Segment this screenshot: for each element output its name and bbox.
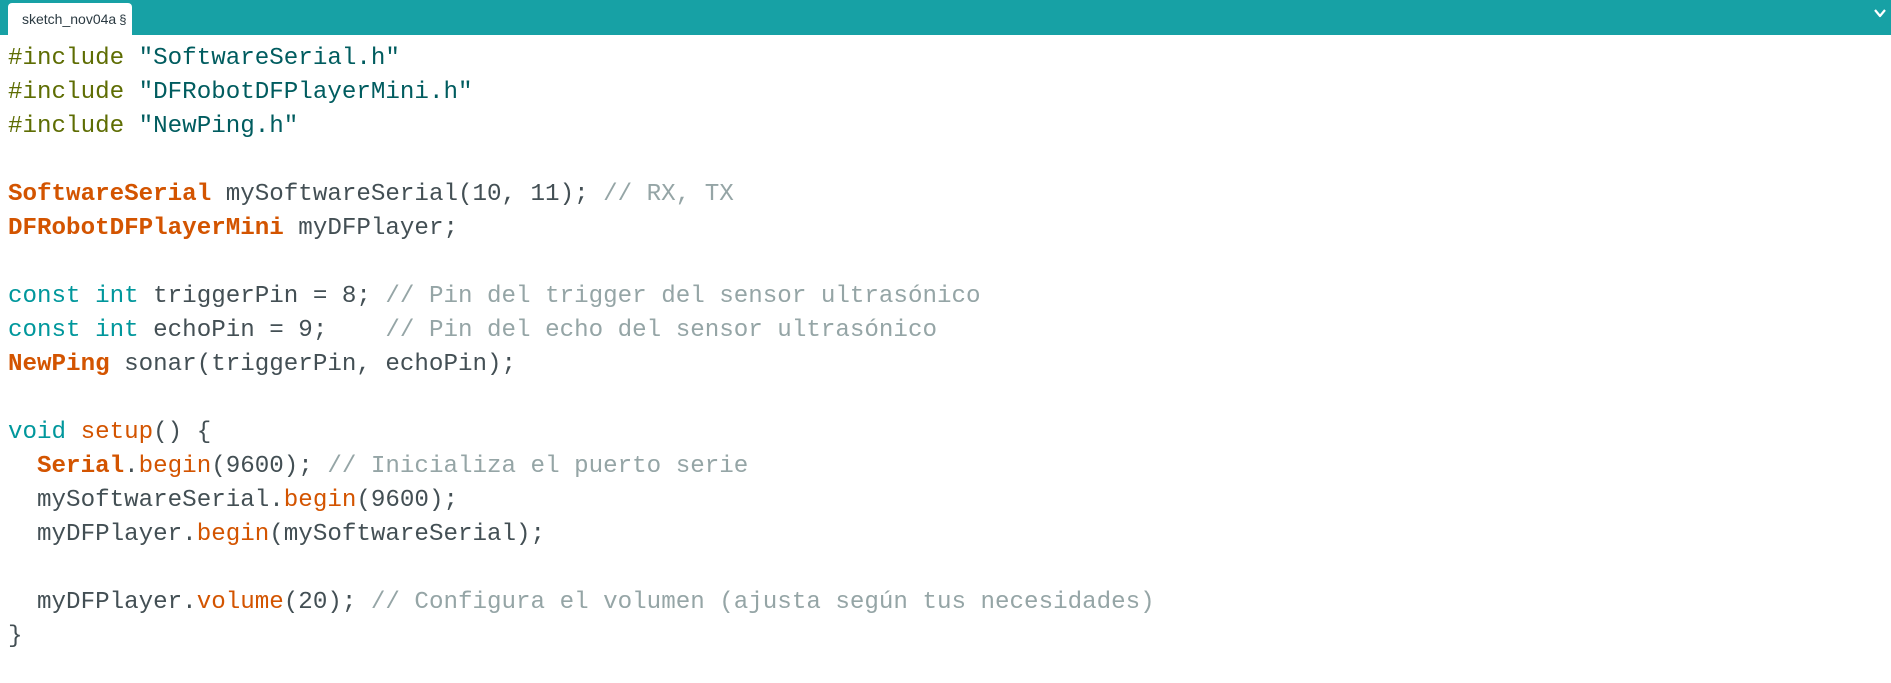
code-token: . bbox=[124, 453, 139, 480]
code-token: sonar(triggerPin, echoPin); bbox=[109, 351, 517, 378]
tab-label: sketch_nov04a bbox=[22, 11, 117, 27]
code-line: NewPing sonar(triggerPin, echoPin); bbox=[8, 348, 1155, 382]
code-token: (9600); bbox=[211, 453, 328, 480]
code-line: SoftwareSerial mySoftwareSerial(10, 11);… bbox=[8, 178, 1155, 212]
code-token: volume bbox=[196, 589, 284, 616]
code-token: DFRobotDFPlayerMini bbox=[8, 215, 284, 242]
code-token: Serial bbox=[37, 453, 125, 480]
code-token: mySoftwareSerial. bbox=[8, 487, 284, 514]
code-token: int bbox=[95, 283, 139, 310]
code-line: #include "NewPing.h" bbox=[8, 110, 1155, 144]
tab-sketch[interactable]: sketch_nov04a § bbox=[8, 3, 133, 35]
code-area[interactable]: #include "SoftwareSerial.h" #include "DFR… bbox=[8, 42, 1155, 654]
code-token: "SoftwareSerial.h" bbox=[138, 45, 400, 72]
code-line: const int echoPin = 9; // Pin del echo d… bbox=[8, 314, 1155, 348]
code-line: #include "SoftwareSerial.h" bbox=[8, 42, 1155, 76]
code-token: myDFPlayer. bbox=[8, 521, 197, 548]
code-line: Serial.begin(9600); // Inicializa el pue… bbox=[8, 450, 1155, 484]
code-token: (9600); bbox=[356, 487, 458, 514]
chevron-down-icon[interactable] bbox=[1872, 5, 1888, 21]
code-token: (20); bbox=[283, 589, 371, 616]
code-token: setup bbox=[80, 419, 154, 446]
code-token: triggerPin = 8; bbox=[138, 283, 386, 310]
code-token: mySoftwareSerial(10, 11); bbox=[211, 181, 604, 208]
ide-window: sketch_nov04a § #include "SoftwareSerial… bbox=[0, 0, 1891, 683]
code-token: NewPing bbox=[8, 351, 110, 378]
code-token: begin bbox=[138, 453, 212, 480]
code-token: SoftwareSerial bbox=[8, 181, 212, 208]
code-line: void setup() { bbox=[8, 416, 1155, 450]
modified-marker: § bbox=[119, 11, 127, 27]
code-token: #include bbox=[8, 113, 125, 140]
code-token: // Pin del trigger del sensor ultrasónic… bbox=[385, 283, 981, 310]
code-editor[interactable]: #include "SoftwareSerial.h" #include "DFR… bbox=[0, 35, 1891, 683]
code-token: // Configura el volumen (ajusta según tu… bbox=[370, 589, 1155, 616]
code-token: begin bbox=[283, 487, 357, 514]
code-token: "DFRobotDFPlayerMini.h" bbox=[138, 79, 473, 106]
code-token: "NewPing.h" bbox=[138, 113, 299, 140]
code-token: myDFPlayer; bbox=[283, 215, 458, 242]
code-token: begin bbox=[196, 521, 270, 548]
code-line: mySoftwareSerial.begin(9600); bbox=[8, 484, 1155, 518]
code-line: } bbox=[8, 620, 1155, 654]
code-token: #include bbox=[8, 79, 125, 106]
code-token: #include bbox=[8, 45, 125, 72]
code-token: void bbox=[8, 419, 67, 446]
code-token: int bbox=[95, 317, 139, 344]
code-token: const bbox=[8, 283, 81, 310]
code-token: myDFPlayer. bbox=[8, 589, 197, 616]
code-token: // Inicializa el puerto serie bbox=[327, 453, 749, 480]
code-line: const int triggerPin = 8; // Pin del tri… bbox=[8, 280, 1155, 314]
code-token: // Pin del echo del sensor ultrasónico bbox=[385, 317, 937, 344]
code-token: (mySoftwareSerial); bbox=[269, 521, 546, 548]
code-line: myDFPlayer.volume(20); // Configura el v… bbox=[8, 586, 1155, 620]
code-token: // RX, TX bbox=[603, 181, 734, 208]
code-token: const bbox=[8, 317, 81, 344]
code-line: DFRobotDFPlayerMini myDFPlayer; bbox=[8, 212, 1155, 246]
code-token: echoPin = 9; bbox=[138, 317, 386, 344]
tab-bar: sketch_nov04a § bbox=[0, 0, 1891, 35]
code-line: #include "DFRobotDFPlayerMini.h" bbox=[8, 76, 1155, 110]
code-token: } bbox=[8, 623, 23, 650]
code-line: myDFPlayer.begin(mySoftwareSerial); bbox=[8, 518, 1155, 552]
code-token: () { bbox=[153, 419, 212, 446]
